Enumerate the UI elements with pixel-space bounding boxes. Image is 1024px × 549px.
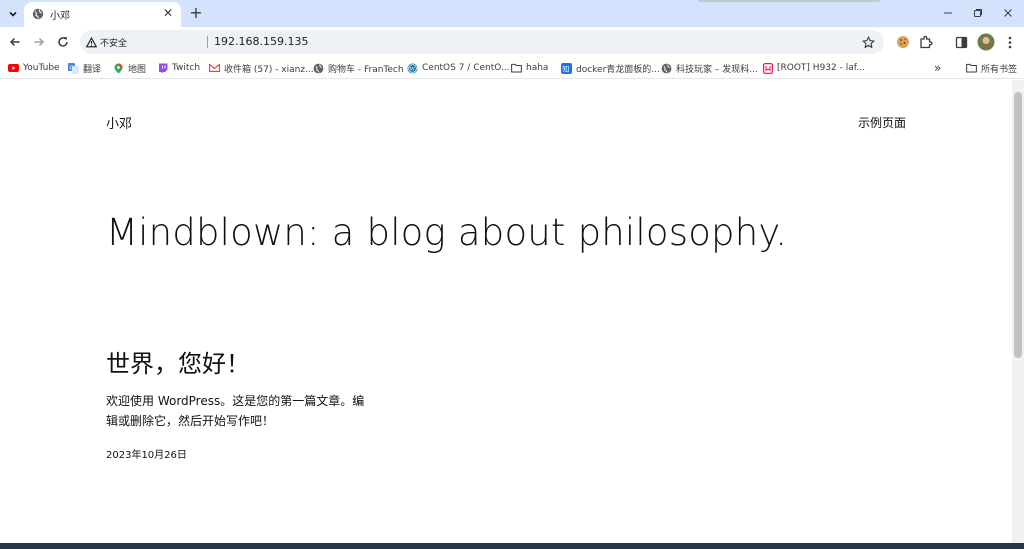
wordpress-icon: W	[407, 63, 418, 74]
youtube-icon	[8, 63, 19, 74]
svg-text:W: W	[410, 66, 416, 72]
cookie-extension-button[interactable]	[895, 34, 911, 50]
warning-icon	[86, 36, 97, 47]
minimize-button[interactable]	[932, 1, 964, 25]
cookie-icon	[897, 36, 909, 48]
bookmark-zhihu[interactable]: 知 docker青龙面板的...	[561, 60, 660, 76]
bookmark-frantech[interactable]: 购物车 - FranTech	[313, 60, 404, 76]
bookmarks-bar: YouTube G 翻译 地图 Twitch 收件箱 (57) - xianz.…	[0, 57, 1024, 79]
gmail-icon	[209, 63, 220, 74]
extensions-button[interactable]	[918, 34, 934, 50]
close-window-button[interactable]	[992, 1, 1024, 25]
svg-text:知: 知	[562, 64, 569, 73]
tab-title: 小邓	[50, 11, 70, 22]
bookmark-label: YouTube	[23, 63, 60, 73]
post-excerpt: 欢迎使用 WordPress。这是您的第一篇文章。编辑或删除它，然后开始写作吧！	[106, 394, 365, 428]
svg-text:G: G	[70, 65, 74, 71]
star-icon	[861, 35, 875, 48]
arrow-left-icon	[9, 37, 20, 47]
globe-icon	[661, 63, 672, 74]
side-panel-button[interactable]	[953, 34, 969, 50]
minimize-icon	[944, 12, 952, 14]
globe-icon	[313, 63, 324, 74]
maps-icon	[113, 63, 124, 74]
security-label: 不安全	[100, 38, 128, 49]
bookmark-twitch[interactable]: Twitch	[157, 60, 200, 76]
bookmark-kejiwanjia[interactable]: 科技玩家 – 发现科...	[661, 60, 758, 76]
kebab-menu-icon	[1008, 36, 1012, 48]
tab-search-button[interactable]	[4, 5, 22, 23]
avatar	[977, 33, 995, 51]
restore-icon	[974, 9, 982, 17]
bookmark-label: 地图	[128, 64, 147, 75]
bookmark-label: haha	[526, 63, 549, 73]
omnibox-separator	[207, 36, 208, 48]
zhihu-icon: 知	[561, 62, 572, 74]
page-scrollbar[interactable]	[1012, 80, 1024, 543]
bookmarks-overflow-button[interactable]: »	[934, 60, 941, 76]
site-title-link[interactable]: 小邓	[106, 113, 132, 132]
scrollbar-thumb[interactable]	[1014, 92, 1022, 358]
bookmark-label: Twitch	[172, 63, 201, 73]
reload-icon	[58, 37, 68, 47]
bookmark-label: 收件箱 (57) - xianz...	[224, 64, 314, 75]
tabstrip-divider	[698, 0, 880, 2]
browser-tab[interactable]: 小邓 ✕	[24, 2, 181, 27]
bookmark-star-button[interactable]	[860, 34, 876, 50]
globe-icon	[32, 8, 44, 20]
chevron-down-icon	[9, 11, 17, 17]
restore-button[interactable]	[962, 1, 994, 25]
tab-strip: 小邓 ✕ +	[0, 0, 1024, 27]
post-title-link[interactable]: 世界，您好！	[106, 344, 250, 379]
all-bookmarks-label: 所有书签	[981, 64, 1018, 75]
all-bookmarks-button[interactable]: 所有书签	[966, 60, 1017, 76]
taskbar-edge	[0, 543, 1024, 549]
back-button[interactable]	[5, 32, 25, 52]
security-indicator[interactable]: 不安全	[86, 34, 127, 50]
arrow-right-icon	[34, 37, 45, 47]
puzzle-icon	[920, 35, 933, 49]
url-text[interactable]: 192.168.159.135	[214, 35, 308, 48]
reload-button[interactable]	[53, 32, 73, 52]
bookmark-label: 科技玩家 – 发现科...	[676, 64, 758, 75]
bookmark-label: docker青龙面板的...	[576, 64, 660, 75]
bookmark-centos[interactable]: W CentOS 7 / CentO...	[407, 60, 510, 76]
nav-sample-page-link[interactable]: 示例页面	[858, 114, 906, 131]
bookmark-root-h932[interactable]: [ROOT] H932 - laf...	[762, 60, 865, 76]
bookmark-label: CentOS 7 / CentO...	[422, 63, 510, 73]
twitch-icon	[157, 63, 168, 74]
side-panel-icon	[955, 36, 967, 48]
browser-toolbar: 不安全 192.168.159.135	[0, 27, 1024, 57]
bookmark-maps[interactable]: 地图	[113, 60, 146, 76]
bookmark-folder-haha[interactable]: haha	[511, 60, 548, 76]
profile-button[interactable]	[977, 33, 995, 51]
forward-button[interactable]	[29, 32, 49, 52]
bookmark-label: 购物车 - FranTech	[328, 64, 404, 75]
new-tab-button[interactable]: +	[187, 4, 205, 22]
bookmark-label: 翻译	[83, 64, 102, 75]
post-date: 2023年10月26日	[106, 450, 187, 461]
bookmark-youtube[interactable]: YouTube	[8, 60, 60, 76]
page-headline: Mindblown: a blog about philosophy.	[106, 211, 788, 254]
translate-icon: G	[68, 62, 79, 74]
web-page: 小邓 示例页面 Mindblown: a blog about philosop…	[0, 80, 1012, 543]
close-icon	[1004, 9, 1012, 17]
bookmark-translate[interactable]: G 翻译	[68, 60, 101, 76]
bookmark-gmail[interactable]: 收件箱 (57) - xianz...	[209, 60, 314, 76]
close-tab-icon[interactable]: ✕	[161, 6, 175, 20]
bookmark-label: [ROOT] H932 - laf...	[777, 63, 865, 73]
address-bar[interactable]: 不安全 192.168.159.135	[80, 30, 884, 54]
folder-icon	[511, 63, 522, 74]
folder-icon	[966, 63, 977, 74]
chrome-menu-button[interactable]	[1002, 34, 1018, 50]
bookmark-icon	[762, 62, 773, 74]
